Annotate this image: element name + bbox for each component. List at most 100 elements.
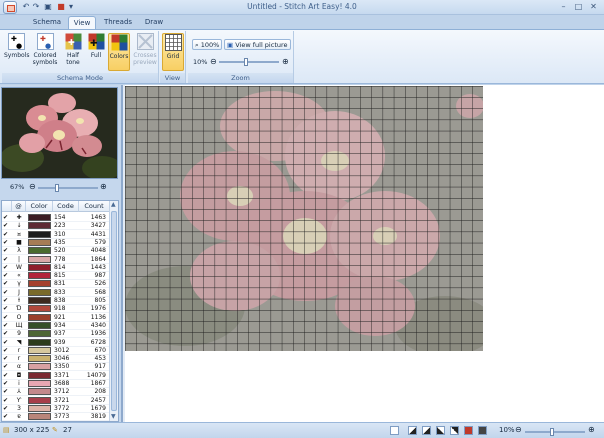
status-zoom-out-icon[interactable]: ⊖ bbox=[515, 425, 522, 434]
thread-color-swatch bbox=[28, 338, 51, 346]
thread-symbol: ɐ bbox=[17, 413, 21, 421]
full-button[interactable]: ✚ Full bbox=[86, 33, 106, 71]
tool-half-stitch-2-icon[interactable] bbox=[422, 426, 431, 435]
thread-row[interactable]: ✔ ɐ 3773 3819 bbox=[2, 412, 110, 421]
status-bar: ▤ 300 x 225 ✎ 27 10% ⊖ ⊕ bbox=[0, 422, 604, 438]
header-code[interactable]: Code bbox=[53, 201, 79, 212]
pattern-canvas-area[interactable] bbox=[121, 85, 604, 422]
close-icon[interactable]: ✕ bbox=[587, 2, 600, 12]
zoom-slider[interactable] bbox=[219, 58, 279, 66]
colored-symbols-icon: ✚● bbox=[36, 33, 54, 50]
thread-color-swatch bbox=[28, 297, 51, 304]
image-dimensions: 300 x 225 bbox=[14, 426, 50, 434]
schema-mode-group: ✚ ● Symbols ✚ ● Colored symbols ✚ Half ton… bbox=[2, 31, 159, 83]
preview-zoom-slider[interactable] bbox=[38, 184, 98, 192]
header-count[interactable]: Count bbox=[79, 201, 110, 212]
thread-color-swatch bbox=[28, 214, 51, 221]
tool-half-stitch-3-icon[interactable] bbox=[436, 426, 445, 435]
schema-mode-group-label: Schema Mode bbox=[2, 73, 158, 83]
minimize-icon[interactable]: – bbox=[557, 2, 570, 12]
preview-zoom-in-icon[interactable]: ⊕ bbox=[100, 182, 107, 191]
status-zoom-in-icon[interactable]: ⊕ bbox=[588, 425, 595, 434]
thread-color-swatch bbox=[28, 355, 51, 363]
maximize-icon[interactable]: □ bbox=[572, 2, 585, 12]
status-zoom-thumb[interactable] bbox=[550, 428, 554, 436]
full-icon: ✚ bbox=[88, 33, 104, 50]
thread-count: 27 bbox=[63, 426, 72, 434]
half-tone-button-label: Half tone bbox=[66, 52, 80, 66]
zoom-out-icon[interactable]: ⊖ bbox=[210, 57, 217, 66]
ribbon: ✚ ● Symbols ✚ ● Colored symbols ✚ Half ton… bbox=[0, 29, 604, 84]
colored-symbols-button-label: Colored symbols bbox=[32, 52, 58, 66]
title-bar: ↶ ↷ ▣ ■ ▾ Untitled - Stitch Art Easy! 4.… bbox=[0, 0, 604, 15]
header-check bbox=[2, 201, 12, 212]
zoom-level-label: 10% bbox=[193, 58, 208, 66]
thread-color-swatch bbox=[28, 263, 51, 271]
thread-color-swatch bbox=[28, 255, 51, 263]
symbols-button-label: Symbols bbox=[4, 52, 30, 59]
tool-fill-icon[interactable] bbox=[464, 426, 473, 435]
thread-table: @ Color Code Count ✔ ✚ 154 1463 ✔ ↓ 223 3427 ✔ ¤ 3… bbox=[1, 200, 119, 422]
zoom-100-button[interactable]: ⌕ 100% bbox=[192, 39, 223, 50]
crosses-preview-button[interactable]: Crosses preview bbox=[132, 33, 158, 71]
preview-zoom-row: 67% ⊖ ⊕ bbox=[0, 181, 121, 195]
magnifier-icon: ⌕ bbox=[195, 41, 199, 49]
tab-draw[interactable]: Draw bbox=[140, 16, 168, 29]
preview-zoom-label: 67% bbox=[10, 183, 25, 191]
zoom-slider-thumb[interactable] bbox=[244, 58, 248, 66]
thread-color-swatch bbox=[28, 313, 51, 321]
tab-schema[interactable]: Schema bbox=[30, 16, 64, 29]
zoom-group: ⌕ 100% ▣ View full picture 10% ⊖ ⊕ Zoom bbox=[188, 31, 294, 83]
svg-text:✚: ✚ bbox=[68, 38, 75, 47]
tab-threads[interactable]: Threads bbox=[100, 16, 136, 29]
half-tone-icon: ✚ bbox=[65, 33, 81, 50]
pattern-image bbox=[125, 86, 483, 351]
crosses-preview-icon bbox=[136, 33, 154, 50]
pattern-canvas[interactable] bbox=[125, 86, 483, 351]
half-tone-button[interactable]: ✚ Half tone bbox=[62, 33, 84, 71]
view-full-picture-label: View full picture bbox=[235, 41, 288, 49]
thread-color-swatch bbox=[28, 346, 51, 354]
view-full-picture-button[interactable]: ▣ View full picture bbox=[224, 39, 291, 50]
status-zoom-slider[interactable] bbox=[525, 428, 585, 436]
header-color[interactable]: Color bbox=[26, 201, 53, 212]
thread-color-swatch bbox=[28, 413, 51, 421]
check-icon[interactable]: ✔ bbox=[3, 412, 11, 421]
scroll-thumb[interactable] bbox=[111, 211, 117, 411]
preview-zoom-out-icon[interactable]: ⊖ bbox=[29, 182, 36, 191]
threads-icon: ✎ bbox=[52, 426, 58, 434]
thread-color-swatch bbox=[28, 272, 51, 280]
thread-color-swatch bbox=[28, 247, 51, 255]
thread-color-swatch bbox=[28, 230, 51, 238]
thread-color-swatch bbox=[28, 404, 51, 412]
preview-zoom-thumb[interactable] bbox=[55, 184, 59, 192]
tool-half-stitch-4-icon[interactable] bbox=[450, 426, 459, 435]
thread-code: 3773 bbox=[54, 413, 70, 421]
scroll-down-icon[interactable]: ▼ bbox=[111, 414, 117, 420]
colors-button-label: Colors bbox=[109, 53, 129, 60]
zoom-in-icon[interactable]: ⊕ bbox=[282, 57, 289, 66]
monitor-icon: ▣ bbox=[227, 41, 234, 49]
colored-symbols-button[interactable]: ✚ ● Colored symbols bbox=[30, 33, 60, 71]
thread-color-swatch bbox=[28, 371, 51, 379]
grid-icon bbox=[164, 34, 182, 51]
tool-full-stitch-icon[interactable] bbox=[478, 426, 487, 435]
header-symbol[interactable]: @ bbox=[12, 201, 26, 212]
colors-button[interactable]: Colors bbox=[108, 33, 130, 71]
thread-table-scrollbar[interactable]: ▲ ▼ bbox=[109, 201, 118, 421]
tool-half-stitch-1-icon[interactable] bbox=[408, 426, 417, 435]
symbols-button[interactable]: ✚ ● Symbols bbox=[4, 33, 30, 71]
scroll-up-icon[interactable]: ▲ bbox=[111, 202, 117, 208]
tab-view[interactable]: View bbox=[68, 16, 96, 29]
ribbon-tabs: Schema View Threads Draw bbox=[0, 15, 604, 29]
preview-image[interactable] bbox=[1, 87, 118, 179]
tool-grid-icon[interactable] bbox=[390, 426, 399, 435]
thread-color-swatch bbox=[28, 330, 51, 338]
svg-text:✚: ✚ bbox=[90, 39, 98, 49]
image-size-icon: ▤ bbox=[3, 426, 10, 434]
thread-color-swatch bbox=[28, 363, 51, 371]
crosses-preview-button-label: Crosses preview bbox=[133, 52, 157, 66]
left-panel: 67% ⊖ ⊕ @ Color Code Count ✔ ✚ 154 1463 ✔ ↓ 22… bbox=[0, 85, 121, 422]
grid-button[interactable]: Grid bbox=[162, 33, 184, 71]
svg-text:●: ● bbox=[16, 42, 22, 50]
